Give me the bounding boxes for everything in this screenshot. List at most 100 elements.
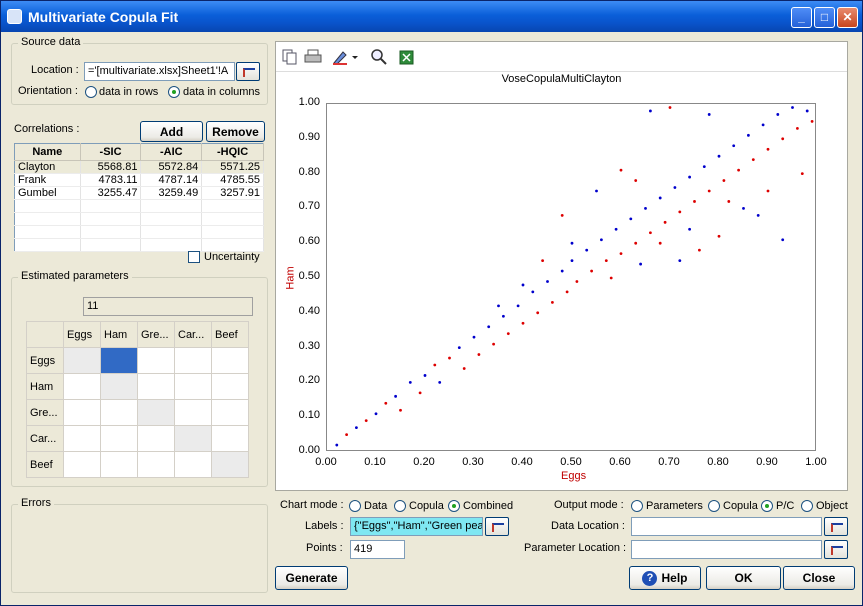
labels-field[interactable]: {"Eggs","Ham","Green pea: [350, 517, 483, 536]
labels-select-range-button[interactable]: [485, 517, 509, 536]
copy-icon[interactable]: [281, 48, 299, 66]
data-location-field[interactable]: [631, 517, 822, 536]
table-cell: 5568.81: [80, 160, 142, 174]
column-header[interactable]: Name: [14, 143, 81, 161]
column-header[interactable]: -AIC: [140, 143, 203, 161]
scatter-point: [600, 238, 603, 242]
scatter-point: [649, 231, 652, 235]
grid-cell[interactable]: [174, 347, 212, 374]
scatter-point: [698, 248, 701, 252]
column-header[interactable]: -SIC: [80, 143, 142, 161]
close-window-button[interactable]: ✕: [837, 7, 858, 28]
scatter-point: [668, 106, 672, 109]
grid-cell[interactable]: [63, 425, 101, 452]
chart-mode-copula-radio[interactable]: [394, 500, 406, 512]
scatter-point: [717, 154, 721, 158]
grid-cell[interactable]: [63, 399, 101, 426]
minimize-button[interactable]: _: [791, 7, 812, 28]
grid-cell[interactable]: [100, 373, 138, 400]
output-mode-parameters-radio[interactable]: [631, 500, 643, 512]
remove-button[interactable]: Remove: [206, 121, 265, 142]
print-icon[interactable]: [304, 48, 322, 66]
output-mode-object-radio[interactable]: [801, 500, 813, 512]
orientation-rows-radio[interactable]: [85, 86, 97, 98]
scatter-point: [658, 196, 662, 200]
grid-cell[interactable]: [174, 399, 212, 426]
y-tick-label: 0.60: [298, 235, 320, 248]
grid-cell[interactable]: [137, 373, 175, 400]
grid-cell[interactable]: [100, 451, 138, 478]
grid-cell-selected[interactable]: [100, 347, 138, 374]
close-button[interactable]: Close: [783, 566, 855, 590]
grid-cell[interactable]: [211, 425, 249, 452]
orientation-columns-radio[interactable]: [168, 86, 180, 98]
add-button[interactable]: Add: [140, 121, 203, 142]
grid-cell[interactable]: [211, 451, 249, 478]
scatter-point: [707, 189, 711, 193]
uncertainty-checkbox[interactable]: [188, 251, 200, 263]
grid-cell[interactable]: [100, 425, 138, 452]
location-select-range-button[interactable]: [236, 62, 260, 81]
grid-cell[interactable]: [137, 451, 175, 478]
table-row[interactable]: Gumbel 3255.47 3259.49 3257.91: [14, 186, 264, 200]
parameter-location-field[interactable]: [631, 540, 822, 559]
grid-cell[interactable]: [63, 347, 101, 374]
grid-cell[interactable]: [211, 399, 249, 426]
grid-cell[interactable]: [211, 347, 249, 374]
table-row[interactable]: Clayton 5568.81 5572.84 5571.25: [14, 160, 264, 174]
points-field[interactable]: 419: [350, 540, 405, 559]
output-mode-copula-radio[interactable]: [708, 500, 720, 512]
grid-cell[interactable]: [63, 373, 101, 400]
app-icon: [7, 9, 22, 24]
chevron-down-icon[interactable]: [350, 48, 360, 66]
grid-corner: [26, 321, 64, 348]
parameter-location-select-range-button[interactable]: [824, 540, 848, 559]
x-tick-label: 0.90: [756, 456, 778, 468]
output-mode-copula-label: Copula: [723, 500, 758, 512]
location-field[interactable]: ='[multivariate.xlsx]Sheet1'!A: [84, 62, 235, 81]
scatter-point: [663, 220, 667, 224]
grid-cell[interactable]: [100, 399, 138, 426]
column-header[interactable]: -HQIC: [201, 143, 264, 161]
grid-cell[interactable]: [174, 425, 212, 452]
chart-style-icon[interactable]: [331, 48, 349, 66]
maximize-button[interactable]: □: [814, 7, 835, 28]
table-cell: 5571.25: [201, 160, 264, 174]
output-mode-pc-radio[interactable]: [761, 500, 773, 512]
errors-group: Errors: [11, 497, 268, 593]
grid-row-header: Gre...: [26, 399, 64, 426]
y-tick-label: 0.30: [298, 339, 320, 352]
scatter-point: [531, 290, 535, 294]
scatter-point: [722, 179, 726, 182]
ok-button[interactable]: OK: [706, 566, 781, 590]
scatter-point: [487, 325, 491, 329]
table-row[interactable]: Frank 4783.11 4787.14 4785.55: [14, 173, 264, 187]
scatter-point: [717, 234, 721, 238]
scatter-point: [791, 106, 794, 109]
scatter-point: [472, 335, 476, 339]
scatter-point: [658, 241, 662, 245]
scatter-point: [688, 175, 691, 179]
grid-cell[interactable]: [137, 399, 175, 426]
export-excel-icon[interactable]: [397, 48, 415, 66]
zoom-icon[interactable]: [370, 48, 388, 66]
scatter-point: [634, 241, 638, 245]
chart-mode-combined-radio[interactable]: [448, 500, 460, 512]
y-tick-label: 0.90: [298, 130, 320, 143]
grid-cell[interactable]: [174, 451, 212, 478]
grid-cell[interactable]: [137, 425, 175, 452]
generate-button[interactable]: Generate: [275, 566, 348, 590]
grid-cell[interactable]: [174, 373, 212, 400]
scatter-point: [423, 374, 427, 377]
scatter-point: [644, 207, 647, 210]
x-tick-label: 0.70: [658, 456, 680, 468]
help-button[interactable]: ? Help: [629, 566, 701, 590]
data-location-select-range-button[interactable]: [824, 517, 848, 536]
grid-row-header: Ham: [26, 373, 64, 400]
x-tick-label: 0.10: [364, 456, 386, 468]
grid-cell[interactable]: [137, 347, 175, 374]
grid-cell[interactable]: [63, 451, 101, 478]
scatter-point: [570, 241, 574, 245]
chart-mode-data-radio[interactable]: [349, 500, 361, 512]
grid-cell[interactable]: [211, 373, 249, 400]
